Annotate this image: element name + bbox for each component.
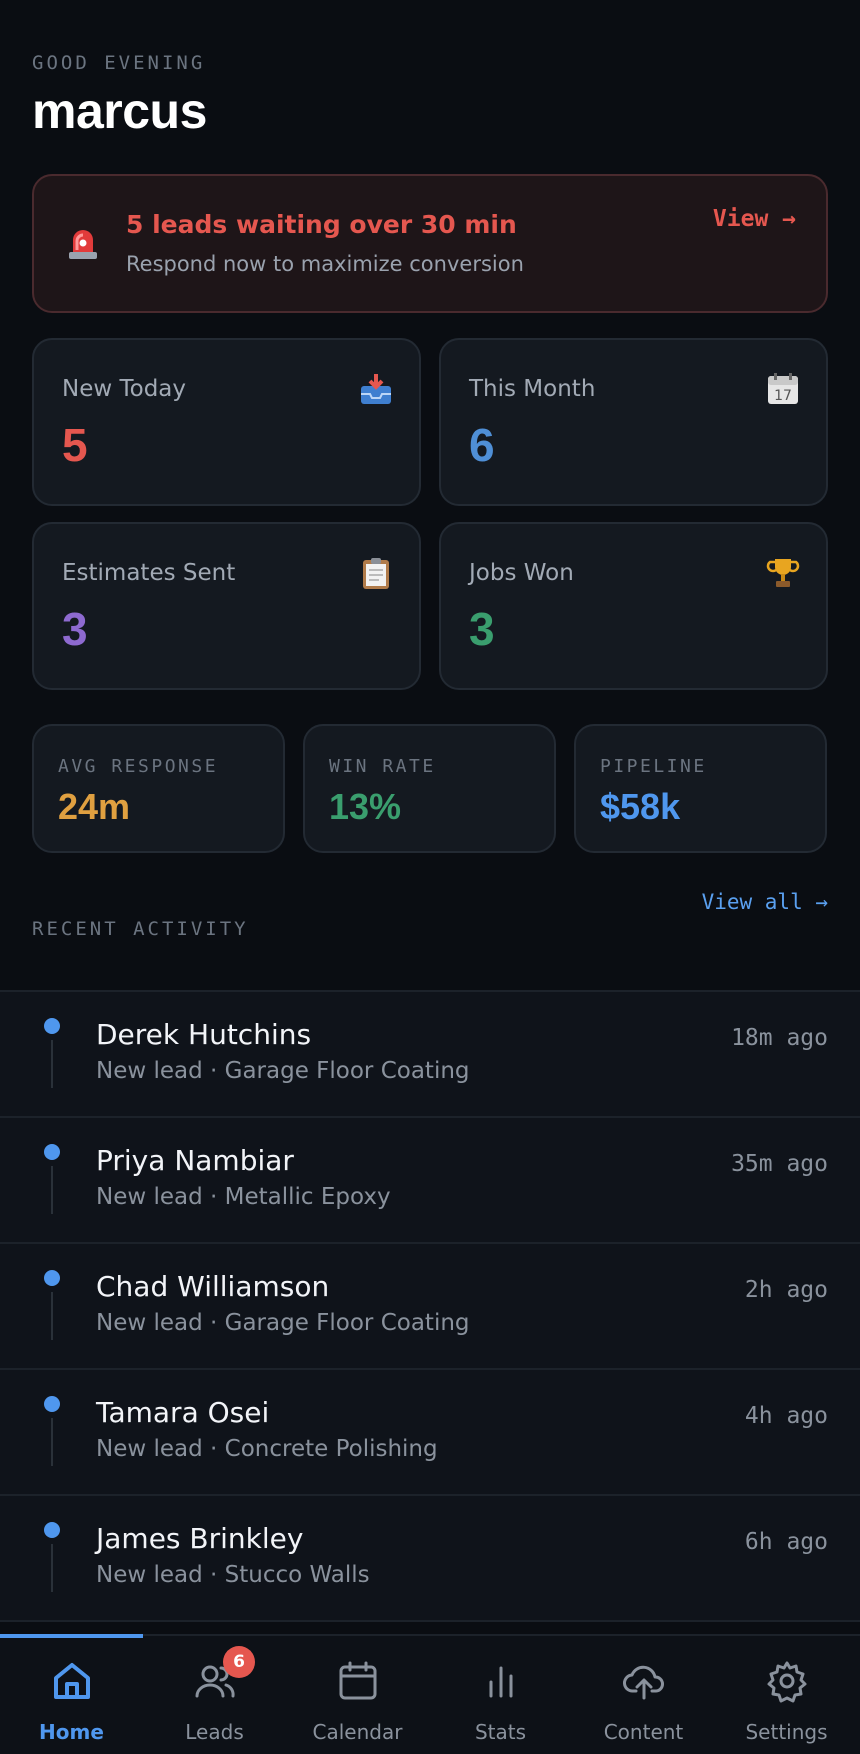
bottom-nav: Home 6 Leads Calendar Stats Content Sett… [0, 1634, 860, 1754]
activity-detail: New lead · Metallic Epoxy [96, 1184, 391, 1210]
alert-view-link[interactable]: View → [713, 206, 796, 232]
activity-list: Derek Hutchins New lead · Garage Floor C… [0, 990, 860, 1622]
inbox-tray-icon [361, 374, 391, 404]
nav-label: Calendar [312, 1720, 403, 1744]
greeting-text: GOOD EVENING [32, 52, 206, 74]
metric-label: PIPELINE [600, 756, 707, 777]
home-icon [53, 1663, 90, 1699]
nav-home[interactable]: Home [0, 1636, 143, 1754]
activity-item[interactable]: Priya Nambiar New lead · Metallic Epoxy … [0, 1118, 860, 1244]
activity-item[interactable]: Tamara Osei New lead · Concrete Polishin… [0, 1370, 860, 1496]
stat-label: Estimates Sent [62, 560, 236, 586]
timeline-dot [44, 1270, 60, 1286]
nav-settings[interactable]: Settings [715, 1636, 858, 1754]
timeline-line [51, 1418, 53, 1466]
timeline-line [51, 1292, 53, 1340]
alert-subtitle: Respond now to maximize conversion [126, 252, 524, 276]
metric-avg-response: AVG RESPONSE 24m [32, 724, 285, 853]
gear-icon [767, 1661, 806, 1703]
timeline-dot [44, 1522, 60, 1538]
activity-time: 18m ago [731, 1025, 828, 1051]
nav-calendar[interactable]: Calendar [286, 1636, 429, 1754]
view-all-activity-link[interactable]: View all → [702, 890, 828, 914]
stat-card-estimates-sent[interactable]: Estimates Sent 3 [32, 522, 421, 690]
nav-label: Settings [745, 1720, 828, 1744]
user-name: marcus [32, 83, 207, 139]
metric-label: WIN RATE [329, 756, 436, 777]
nav-label: Home [39, 1720, 104, 1744]
calendar-icon [339, 1661, 376, 1700]
activity-name: Chad Williamson [96, 1270, 330, 1303]
activity-detail: New lead · Concrete Polishing [96, 1436, 438, 1462]
section-title-recent-activity: RECENT ACTIVITY [32, 918, 249, 940]
timeline-dot [44, 1018, 60, 1034]
stat-card-this-month[interactable]: This Month 6 17 [439, 338, 828, 506]
timeline-dot [44, 1396, 60, 1412]
metric-label: AVG RESPONSE [58, 756, 219, 777]
activity-name: James Brinkley [96, 1522, 304, 1555]
siren-icon [69, 230, 97, 259]
activity-time: 2h ago [744, 1277, 828, 1303]
urgent-leads-alert[interactable]: 5 leads waiting over 30 min Respond now … [32, 174, 828, 313]
metric-pipeline: PIPELINE $58k [574, 724, 827, 853]
clipboard-icon [363, 558, 389, 589]
svg-text:17: 17 [774, 388, 792, 404]
activity-time: 6h ago [744, 1529, 828, 1555]
nav-content[interactable]: Content [572, 1636, 715, 1754]
timeline-line [51, 1544, 53, 1592]
activity-time: 4h ago [744, 1403, 828, 1429]
trophy-icon [766, 559, 800, 587]
metric-value: 24m [58, 786, 131, 827]
nav-label: Stats [474, 1720, 527, 1744]
metric-value: $58k [600, 786, 681, 827]
stat-card-jobs-won[interactable]: Jobs Won 3 [439, 522, 828, 690]
activity-detail: New lead · Garage Floor Coating [96, 1058, 470, 1084]
nav-stats[interactable]: Stats [429, 1636, 572, 1754]
activity-time: 35m ago [731, 1151, 828, 1177]
timeline-line [51, 1166, 53, 1214]
alert-title: 5 leads waiting over 30 min [126, 210, 517, 239]
stat-value: 5 [62, 419, 88, 471]
nav-label: Leads [185, 1720, 244, 1744]
metric-win-rate: WIN RATE 13% [303, 724, 556, 853]
nav-leads[interactable]: 6 Leads [143, 1636, 286, 1754]
stat-value: 6 [469, 419, 495, 471]
activity-item[interactable]: Chad Williamson New lead · Garage Floor … [0, 1244, 860, 1370]
leads-count-badge: 6 [223, 1646, 255, 1678]
activity-item[interactable]: James Brinkley New lead · Stucco Walls 6… [0, 1496, 860, 1622]
activity-detail: New lead · Garage Floor Coating [96, 1310, 470, 1336]
activity-name: Priya Nambiar [96, 1144, 294, 1177]
nav-label: Content [603, 1720, 684, 1744]
activity-name: Derek Hutchins [96, 1018, 312, 1051]
activity-detail: New lead · Stucco Walls [96, 1562, 370, 1588]
timeline-line [51, 1040, 53, 1088]
activity-name: Tamara Osei [96, 1396, 270, 1429]
stat-value: 3 [62, 603, 88, 655]
stat-card-new-today[interactable]: New Today 5 [32, 338, 421, 506]
activity-item[interactable]: Derek Hutchins New lead · Garage Floor C… [0, 992, 860, 1118]
bar-chart-icon [489, 1666, 512, 1698]
stat-label: New Today [62, 376, 186, 402]
timeline-dot [44, 1144, 60, 1160]
cloud-upload-icon [622, 1665, 664, 1700]
stat-value: 3 [469, 603, 495, 655]
metric-value: 13% [329, 786, 402, 827]
calendar-icon: 17 [768, 373, 798, 404]
stat-label: Jobs Won [469, 560, 574, 586]
stat-label: This Month [469, 376, 596, 402]
